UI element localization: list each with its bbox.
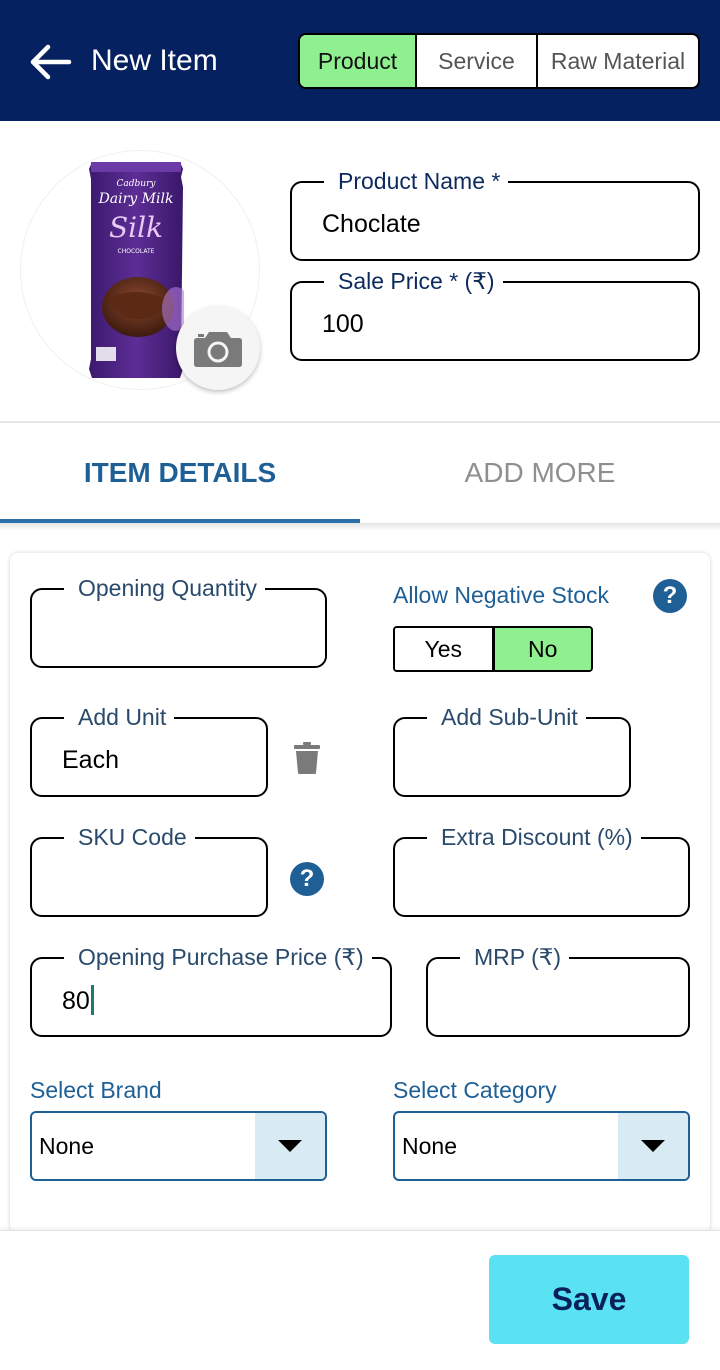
sku-code-label: SKU Code [64,823,195,851]
sku-code-field[interactable]: SKU Code [30,823,268,917]
item-type-raw-material[interactable]: Raw Material [538,35,698,87]
sale-price-value: 100 [322,310,364,338]
sku-help-icon[interactable]: ? [290,862,324,896]
brand-select[interactable]: None [30,1111,327,1181]
opening-purchase-price-field[interactable]: Opening Purchase Price (₹) 80 [30,943,392,1037]
svg-text:Silk: Silk [109,211,163,244]
extra-discount-label: Extra Discount (%) [427,823,641,851]
chevron-down-icon [641,1140,665,1152]
app-header: New Item Product Service Raw Material [0,0,720,121]
chevron-down-icon [278,1140,302,1152]
brand-select-value: None [39,1133,94,1159]
product-name-field[interactable]: Product Name * Choclate [290,167,700,261]
negative-stock-yes[interactable]: Yes [395,628,495,670]
opening-quantity-label: Opening Quantity [64,574,266,602]
extra-discount-field[interactable]: Extra Discount (%) [393,823,690,917]
mrp-field[interactable]: MRP (₹) [426,943,690,1037]
select-category-label: Select Category [393,1077,557,1103]
delete-unit-trash-icon[interactable] [293,742,321,774]
add-sub-unit-field[interactable]: Add Sub-Unit [393,703,631,797]
product-name-value: Choclate [322,210,421,238]
item-type-service[interactable]: Service [417,35,538,87]
opening-purchase-price-label: Opening Purchase Price (₹) [64,943,372,971]
mrp-label: MRP (₹) [460,943,570,971]
add-unit-label: Add Unit [64,703,175,731]
sale-price-label: Sale Price * (₹) [324,267,503,295]
add-unit-value: Each [62,746,119,774]
camera-button[interactable] [176,306,260,390]
add-unit-field[interactable]: Add Unit Each [30,703,268,797]
sale-price-field[interactable]: Sale Price * (₹) 100 [290,267,700,361]
add-sub-unit-label: Add Sub-Unit [427,703,586,731]
camera-icon [194,332,242,367]
back-arrow-icon[interactable] [28,42,72,82]
category-select-value: None [402,1133,457,1159]
save-button[interactable]: Save [489,1255,689,1344]
svg-text:CHOCOLATE: CHOCOLATE [118,248,155,255]
tab-add-more[interactable]: ADD MORE [360,423,720,523]
category-dropdown-arrow [618,1113,688,1179]
negative-stock-help-icon[interactable]: ? [653,579,687,613]
tab-item-details[interactable]: ITEM DETAILS [0,423,360,523]
tab-shadow [0,523,720,531]
category-select[interactable]: None [393,1111,690,1181]
item-type-selector: Product Service Raw Material [298,33,700,89]
select-brand-label: Select Brand [30,1077,162,1103]
negative-stock-toggle: Yes No [393,626,593,672]
opening-quantity-field[interactable]: Opening Quantity [30,574,327,668]
product-image: Cadbury Dairy Milk Silk CHOCOLATE [89,162,184,378]
product-name-label: Product Name * [324,167,509,195]
page-title: New Item [91,44,218,77]
svg-text:Cadbury: Cadbury [117,179,157,189]
brand-dropdown-arrow [255,1113,325,1179]
item-type-product[interactable]: Product [300,35,417,87]
svg-text:Dairy Milk: Dairy Milk [98,191,174,207]
text-cursor [90,985,94,1015]
allow-negative-stock-label: Allow Negative Stock [393,582,610,608]
negative-stock-no[interactable]: No [494,628,591,670]
opening-purchase-price-value: 80 [62,985,94,1016]
